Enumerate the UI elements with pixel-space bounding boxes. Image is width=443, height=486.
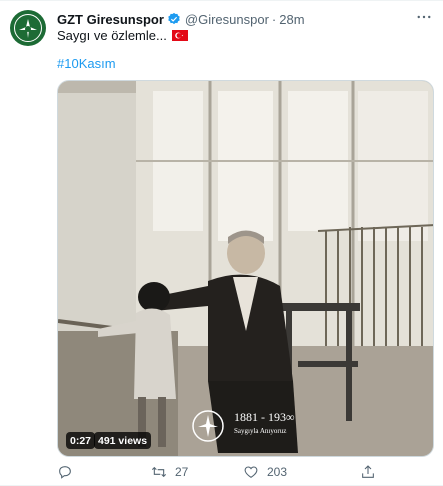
tweet-actions: 27 203 xyxy=(57,462,434,482)
verified-badge-icon xyxy=(168,12,180,25)
share-icon xyxy=(362,465,374,478)
reply-icon xyxy=(59,466,71,479)
tweet-body: Saygı ve özlemle... xyxy=(57,28,167,43)
author-handle[interactable]: @Giresunspor xyxy=(185,12,269,27)
separator-dot: · xyxy=(271,11,277,27)
heart-icon xyxy=(244,466,258,478)
top-divider xyxy=(0,0,443,1)
tweet-header: GZT Giresunspor @Giresunspor · 28m xyxy=(57,10,305,28)
video-views-badge: 491 views xyxy=(94,432,152,449)
video-frame xyxy=(58,81,433,456)
overlay-year-text: 1881 - 193∞ xyxy=(234,410,295,424)
turkey-flag-icon xyxy=(171,30,188,41)
hashtag-link[interactable]: #10Kasım xyxy=(57,56,116,71)
video-player[interactable]: 1881 - 193∞ Saygıyla Anıyoruz xyxy=(57,80,434,457)
more-horizontal-icon xyxy=(417,15,431,19)
retweet-button[interactable]: 27 xyxy=(151,462,188,482)
reply-button[interactable] xyxy=(57,462,73,482)
like-button[interactable]: 203 xyxy=(243,462,287,482)
tweet-text: Saygı ve özlemle... xyxy=(57,28,188,43)
retweet-count: 27 xyxy=(175,465,189,479)
author-name[interactable]: GZT Giresunspor xyxy=(57,12,164,27)
giresunspor-logo-icon xyxy=(11,11,45,45)
avatar[interactable] xyxy=(10,10,46,46)
tweet-timestamp[interactable]: 28m xyxy=(279,12,304,27)
retweet-icon xyxy=(151,466,167,478)
video-elapsed-badge: 0:27 xyxy=(66,432,96,449)
share-button[interactable] xyxy=(360,462,376,482)
overlay-caption-text: Saygıyla Anıyoruz xyxy=(234,427,287,435)
more-options-button[interactable] xyxy=(413,6,435,28)
like-count: 203 xyxy=(267,465,288,479)
